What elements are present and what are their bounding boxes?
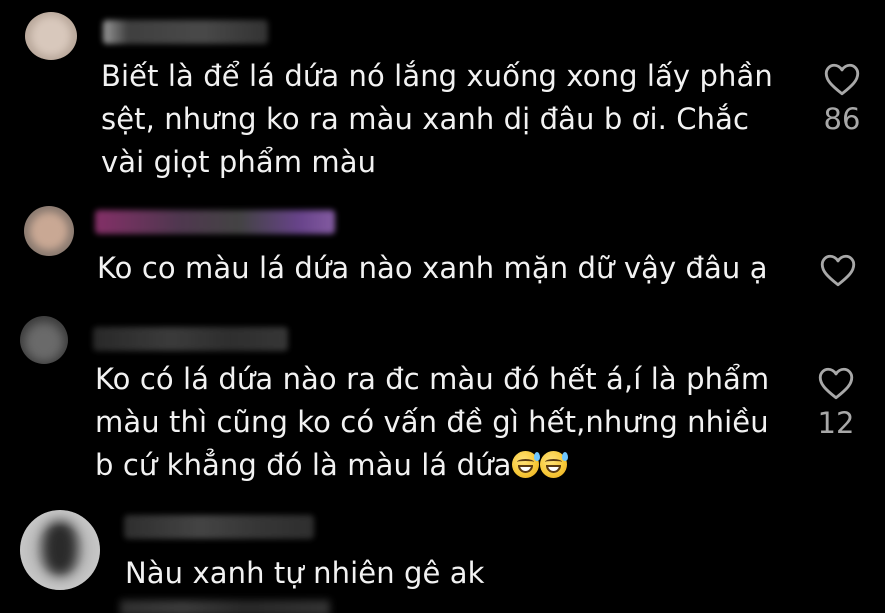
comment-text: Ko co màu lá dứa nào xanh mặn dữ vậy đâu… (97, 247, 768, 290)
username-blurred[interactable] (124, 515, 314, 539)
like-button[interactable] (808, 254, 868, 287)
username-blurred[interactable] (93, 327, 288, 351)
like-count: 86 (823, 102, 861, 136)
comment-text-line: vài giọt phẩm màu (101, 145, 377, 179)
comment-text-line: sệt, nhưng ko ra màu xanh dị đâu b ơi. C… (101, 102, 750, 136)
avatar[interactable] (20, 316, 68, 364)
grinning-sweat-emoji (540, 451, 569, 478)
heart-outline-icon (820, 254, 856, 287)
heart-outline-icon (824, 63, 860, 96)
like-button[interactable]: 86 (812, 63, 872, 136)
comment-text-line: Biết là để lá dứa nó lắng xuống xong lấy… (101, 59, 773, 93)
username-blurred[interactable] (95, 210, 335, 234)
comment-list: Biết là để lá dứa nó lắng xuống xong lấy… (0, 0, 885, 613)
reply-row-blurred (120, 600, 330, 613)
comment-text: Biết là để lá dứa nó lắng xuống xong lấy… (101, 55, 773, 184)
username-blurred[interactable] (103, 20, 268, 44)
like-count: 12 (817, 406, 855, 440)
comment-text-line: màu thì cũng ko có vấn đề gì hết,nhưng n… (95, 405, 769, 439)
avatar[interactable] (24, 206, 74, 256)
comment-text-line: b cứ khẳng đó là màu lá dứa (95, 444, 769, 487)
comment-text: Ko có lá dứa nào ra đc màu đó hết á,í là… (95, 358, 769, 487)
comment-text-line: Ko co màu lá dứa nào xanh mặn dữ vậy đâu… (97, 251, 768, 285)
comment-text: Nàu xanh tự nhiên gê ak (125, 552, 485, 595)
grinning-sweat-emoji (512, 451, 541, 478)
comment-text-segment: b cứ khẳng đó là màu lá dứa (95, 448, 512, 482)
comment-text-line: Nàu xanh tự nhiên gê ak (125, 556, 485, 590)
avatar[interactable] (20, 510, 100, 590)
avatar[interactable] (25, 12, 77, 60)
comment-text-line: Ko có lá dứa nào ra đc màu đó hết á,í là… (95, 362, 770, 396)
heart-outline-icon (818, 367, 854, 400)
like-button[interactable]: 12 (806, 367, 866, 440)
